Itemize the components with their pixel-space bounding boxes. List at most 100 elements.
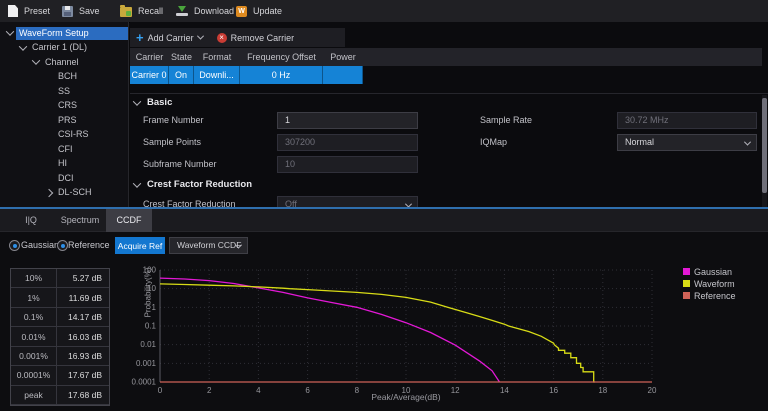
tree-item-waveform-setup[interactable]: WaveForm Setup bbox=[0, 26, 128, 41]
svg-text:4: 4 bbox=[256, 386, 261, 395]
stat-percent: 1% bbox=[11, 288, 57, 307]
acquire-ref-button[interactable]: Acquire Ref bbox=[115, 237, 165, 254]
preset-button[interactable]: Preset bbox=[8, 0, 50, 22]
stat-value: 17.68 dB bbox=[57, 386, 109, 405]
save-icon bbox=[62, 6, 73, 17]
carrier-table-header: CarrierStateFormatFrequency OffsetPower bbox=[130, 48, 762, 66]
chevron-down-icon bbox=[197, 33, 204, 40]
chevron-right-icon bbox=[44, 189, 52, 197]
tree-expander[interactable] bbox=[29, 59, 42, 65]
stat-percent: 0.1% bbox=[11, 308, 57, 327]
stat-percent: peak bbox=[11, 386, 57, 405]
ccdf-chart-svg: 024681012141618201001010.10.010.0010.000… bbox=[125, 262, 768, 411]
chevron-down-icon bbox=[18, 42, 26, 50]
recall-button[interactable]: Recall bbox=[120, 0, 163, 22]
section-title: Crest Factor Reduction bbox=[147, 179, 252, 190]
remove-carrier-button[interactable]: × Remove Carrier bbox=[217, 33, 295, 43]
field-iqmap-select[interactable]: Normal bbox=[617, 134, 757, 151]
tab-ccdf[interactable]: CCDF bbox=[106, 209, 152, 232]
column-header-state: State bbox=[169, 48, 194, 66]
tree-item-label: CRS bbox=[55, 99, 80, 112]
stat-value: 11.69 dB bbox=[57, 288, 109, 307]
download-icon bbox=[176, 5, 188, 17]
waveform-ccdf-dropdown-value: Waveform CCDF bbox=[177, 240, 241, 250]
section-header-crest-factor-reduction[interactable]: Crest Factor Reduction bbox=[134, 179, 252, 190]
svg-text:0.001: 0.001 bbox=[136, 359, 157, 368]
tree-item-channel[interactable]: Channel bbox=[0, 55, 128, 70]
stat-percent: 0.01% bbox=[11, 327, 57, 346]
add-carrier-button[interactable]: + Add Carrier bbox=[136, 33, 203, 43]
waveform-ccdf-dropdown[interactable]: Waveform CCDF bbox=[169, 237, 248, 254]
stat-value: 17.67 dB bbox=[57, 366, 109, 385]
download-button[interactable]: Download bbox=[176, 0, 234, 22]
carrier-actions-bar: + Add Carrier × Remove Carrier bbox=[130, 28, 345, 47]
field-sample-rate-input[interactable]: 30.72 MHz bbox=[617, 112, 757, 129]
tree-expander[interactable] bbox=[16, 45, 29, 51]
tree-expander[interactable] bbox=[3, 30, 16, 36]
waveform-curve bbox=[160, 284, 595, 382]
tree-item-bch[interactable]: BCH bbox=[0, 70, 128, 85]
column-header-frequency-offset: Frequency Offset bbox=[240, 48, 323, 66]
tree-item-label: Channel bbox=[42, 56, 82, 69]
reference-radio[interactable] bbox=[57, 240, 68, 251]
svg-text:2: 2 bbox=[207, 386, 212, 395]
save-label: Save bbox=[79, 6, 100, 16]
plus-icon: + bbox=[136, 33, 144, 43]
field-label-subframe-number: Subframe Number bbox=[143, 156, 217, 173]
stat-percent: 0.0001% bbox=[11, 366, 57, 385]
stat-value: 16.93 dB bbox=[57, 347, 109, 366]
svg-text:6: 6 bbox=[305, 386, 310, 395]
chevron-down-icon bbox=[31, 57, 39, 65]
field-sample-points-input[interactable]: 307200 bbox=[277, 134, 418, 151]
tab-spectrum[interactable]: Spectrum bbox=[54, 209, 106, 232]
svg-text:20: 20 bbox=[648, 386, 657, 395]
gaussian-curve bbox=[160, 278, 500, 382]
tree-item-dl-sch[interactable]: DL-SCH bbox=[0, 186, 128, 201]
tree-item-label: DCI bbox=[55, 172, 77, 185]
vertical-scrollbar[interactable] bbox=[762, 95, 767, 207]
field-label-iqmap: IQMap bbox=[480, 134, 507, 151]
waveform-app: Preset Save Recall DownloadWUpdate WaveForm… bbox=[0, 0, 768, 411]
tree-item-label: PRS bbox=[55, 114, 80, 127]
section-title: Basic bbox=[147, 97, 172, 108]
svg-text:100: 100 bbox=[143, 266, 157, 275]
tree-item-carrier-1-dl[interactable]: Carrier 1 (DL) bbox=[0, 41, 128, 56]
row-cell-format: Downli... bbox=[194, 66, 240, 84]
tree-item-dci[interactable]: DCI bbox=[0, 171, 128, 186]
field-label-frame-number: Frame Number bbox=[143, 112, 204, 129]
tree-item-csi-rs[interactable]: CSI-RS bbox=[0, 128, 128, 143]
field-subframe-number-input[interactable]: 10 bbox=[277, 156, 418, 173]
tree-item-prs[interactable]: PRS bbox=[0, 113, 128, 128]
svg-text:0: 0 bbox=[158, 386, 163, 395]
tab-i-q[interactable]: I|Q bbox=[8, 209, 54, 232]
field-frame-number-input[interactable]: 1 bbox=[277, 112, 418, 129]
tree-item-cfi[interactable]: CFI bbox=[0, 142, 128, 157]
stat-value: 14.17 dB bbox=[57, 308, 109, 327]
tree-item-label: DL-SCH bbox=[55, 186, 95, 199]
svg-text:16: 16 bbox=[549, 386, 558, 395]
tree-item-label: WaveForm Setup bbox=[16, 27, 128, 40]
tree-item-crs[interactable]: CRS bbox=[0, 99, 128, 114]
section-divider bbox=[130, 93, 768, 94]
section-header-basic[interactable]: Basic bbox=[134, 97, 172, 108]
add-carrier-label: Add Carrier bbox=[148, 33, 194, 43]
channel-tree: WaveForm SetupCarrier 1 (DL)ChannelBCHSS… bbox=[0, 22, 129, 207]
tree-expander[interactable] bbox=[42, 190, 55, 196]
stat-percent: 10% bbox=[11, 269, 57, 288]
tree-item-label: HI bbox=[55, 157, 70, 170]
carrier-settings-panel: + Add Carrier × Remove Carrier CarrierSt… bbox=[130, 22, 768, 207]
carrier-table-row[interactable]: Carrier 0OnDownli...0 Hz bbox=[130, 66, 363, 84]
column-header-power: Power bbox=[323, 48, 363, 66]
gaussian-radio[interactable] bbox=[9, 240, 20, 251]
preset-icon bbox=[8, 5, 18, 17]
tree-item-label: BCH bbox=[55, 70, 80, 83]
reference-legend-label: Reference bbox=[694, 291, 736, 301]
toolbar: Preset Save Recall DownloadWUpdate bbox=[0, 0, 768, 23]
svg-text:0.0001: 0.0001 bbox=[132, 378, 157, 387]
tree-item-hi[interactable]: HI bbox=[0, 157, 128, 172]
scrollbar-thumb[interactable] bbox=[762, 98, 767, 193]
update-button[interactable]: WUpdate bbox=[236, 0, 282, 22]
tree-item-ss[interactable]: SS bbox=[0, 84, 128, 99]
field-crest-factor-reduction-select[interactable]: Off bbox=[277, 196, 418, 207]
save-button[interactable]: Save bbox=[62, 0, 100, 22]
